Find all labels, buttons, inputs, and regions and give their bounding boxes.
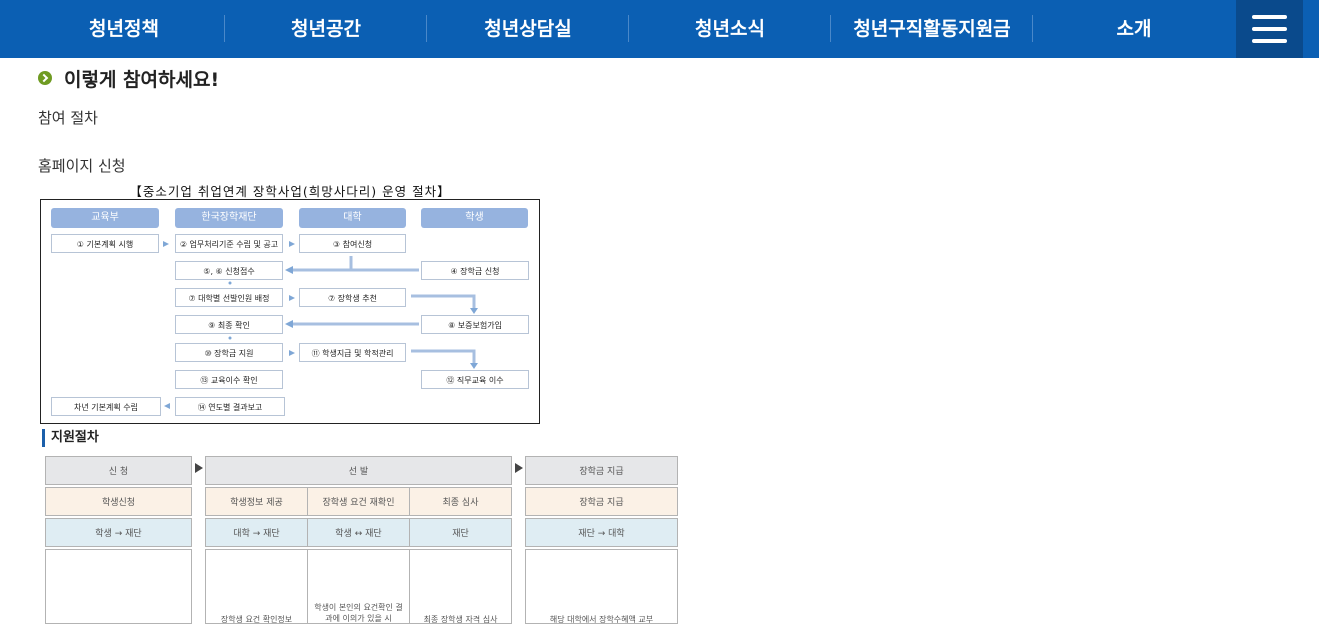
nav-youth-news[interactable]: 청년소식	[629, 0, 831, 58]
step-box: ④ 장학금 신청	[421, 261, 529, 280]
header-foundation: 한국장학재단	[175, 208, 283, 228]
header-ministry: 교육부	[51, 208, 159, 228]
stage-selection: 선 발	[205, 456, 512, 485]
hamburger-icon	[1252, 39, 1287, 43]
table-cell: 최종 심사	[409, 487, 512, 516]
hamburger-menu-button[interactable]	[1236, 0, 1303, 58]
hamburger-icon	[1252, 15, 1287, 19]
hamburger-icon	[1252, 27, 1287, 31]
table-cell: 학생 → 재단	[45, 518, 192, 547]
step-box: ⑤, ⑥ 신청접수	[175, 261, 283, 280]
section-heading: 이렇게 참여하세요!	[38, 66, 220, 91]
top-navigation: 청년정책 청년공간 청년상담실 청년소식 청년구직활동지원금 소개	[0, 0, 1319, 58]
table-cell	[205, 549, 308, 624]
step-box: ⑦ 대학별 선발인원 배정	[175, 288, 283, 307]
step-box: ② 업무처리기준 수립 및 공고	[175, 234, 283, 253]
table-cell	[525, 549, 678, 624]
support-procedure-label: 지원절차	[42, 429, 99, 447]
stage-payment: 장학금 지급	[525, 456, 678, 485]
nav-youth-counseling[interactable]: 청년상담실	[427, 0, 629, 58]
step-box: ⑦ 장학생 추천	[299, 288, 406, 307]
arrow-right-icon	[515, 463, 523, 473]
table-cell: 장학생 요건 재확인	[307, 487, 410, 516]
table-cell: 재단 → 대학	[525, 518, 678, 547]
table-cell	[45, 549, 192, 624]
table-cell: 대학 → 재단	[205, 518, 308, 547]
step-box: ⑭ 연도별 결과보고	[175, 397, 285, 416]
header-student: 학생	[421, 208, 528, 228]
nav-job-support-fund[interactable]: 청년구직활동지원금	[831, 0, 1033, 58]
section-title: 이렇게 참여하세요!	[64, 68, 220, 91]
table-cell: 학생신청	[45, 487, 192, 516]
header-university: 대학	[299, 208, 406, 228]
procedure-caption: 【중소기업 취업연계 장학사업(희망사다리) 운영 절차】	[129, 184, 451, 199]
step-box: ⑧ 보증보험가입	[421, 315, 529, 334]
table-cell: 학생 ↔ 재단	[307, 518, 410, 547]
desc-text: 최종 장학생 자격 심사	[423, 615, 498, 624]
support-procedure-table: 신 청 선 발 장학금 지급 학생신청 학생정보 제공 장학생 요건 재확인 최…	[44, 454, 680, 624]
table-cell: 재단	[409, 518, 512, 547]
nav-youth-policy[interactable]: 청년정책	[23, 0, 225, 58]
step-box: ① 기본계획 시행	[51, 234, 159, 253]
table-cell	[409, 549, 512, 624]
chevron-circle-icon	[38, 71, 52, 85]
desc-text: 장학생 요건 확인정보	[220, 615, 293, 624]
step-box: ⑫ 직무교육 이수	[421, 370, 529, 389]
desc-text: 학생이 본인의 요건확인 결과에 이의가 있을 시	[314, 603, 403, 623]
arrow-right-icon	[195, 463, 203, 473]
step-box: ③ 참여신청	[299, 234, 406, 253]
nav-about[interactable]: 소개	[1033, 0, 1235, 58]
stage-apply: 신 청	[45, 456, 192, 485]
step-box: ⑨ 최종 확인	[175, 315, 283, 334]
step-box: ⑬ 교육이수 확인	[175, 370, 283, 389]
step-box: 차년 기본계획 수립	[51, 397, 161, 416]
desc-text: 해당 대학에서 장학수혜액 교부	[549, 615, 654, 624]
homepage-apply-text: 홈페이지 신청	[38, 157, 126, 175]
step-box: ⑩ 장학금 지원	[175, 343, 283, 362]
table-cell: 학생정보 제공	[205, 487, 308, 516]
procedure-diagram: 교육부 한국장학재단 대학 학생 ① 기본계획 시행 ② 업무처리기준 수립 및…	[40, 199, 540, 424]
participation-procedure-text: 참여 절차	[38, 109, 98, 127]
nav-youth-space[interactable]: 청년공간	[225, 0, 427, 58]
step-box: ⑪ 학생지급 및 학적관리	[299, 343, 406, 362]
table-cell: 장학금 지급	[525, 487, 678, 516]
